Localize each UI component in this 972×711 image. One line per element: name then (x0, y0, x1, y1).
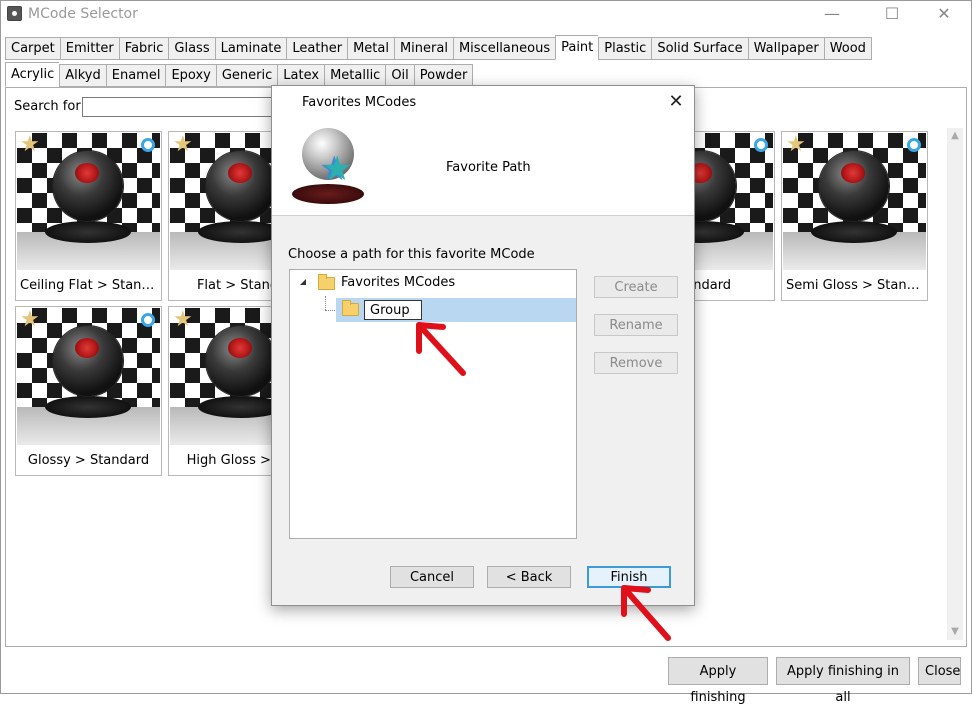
folder-icon (342, 300, 359, 316)
tab-metal[interactable]: Metal (347, 37, 394, 60)
favorites-dialog: Favorites MCodes ✕ ★ Favorite Path Choos… (271, 85, 695, 606)
dialog-close-icon[interactable]: ✕ (664, 92, 688, 114)
info-badge-icon (141, 313, 155, 327)
tab-paint[interactable]: Paint (555, 35, 599, 60)
favorites-tree[interactable]: Favorites MCodes (289, 269, 577, 539)
close-icon[interactable]: ✕ (921, 1, 967, 29)
apply-finishing-button[interactable]: Apply finishing (668, 657, 768, 705)
favorite-star-icon[interactable]: ★ (173, 309, 193, 331)
search-input[interactable] (82, 97, 282, 117)
tab-wood[interactable]: Wood (823, 37, 872, 60)
tab-enamel[interactable]: Enamel (105, 64, 166, 87)
scroll-up-icon[interactable]: ▲ (947, 128, 963, 144)
tab-epoxy[interactable]: Epoxy (165, 64, 216, 87)
info-badge-icon (754, 138, 768, 152)
tab-solid-surface[interactable]: Solid Surface (651, 37, 748, 60)
remove-button[interactable]: Remove (594, 352, 678, 374)
material-label: Ceiling Flat > Standa... (20, 278, 161, 293)
scroll-down-icon[interactable]: ▼ (947, 624, 963, 640)
tab-emitter[interactable]: Emitter (59, 37, 119, 60)
tab-fabric[interactable]: Fabric (118, 37, 169, 60)
tab-metallic[interactable]: Metallic (324, 64, 386, 87)
info-badge-icon (141, 138, 155, 152)
favorite-star-icon[interactable]: ★ (786, 134, 806, 156)
tab-oil[interactable]: Oil (385, 64, 414, 87)
tab-leather[interactable]: Leather (286, 37, 348, 60)
tab-glass[interactable]: Glass (168, 37, 215, 60)
rename-button[interactable]: Rename (594, 314, 678, 336)
dialog-header: Favorites MCodes ✕ ★ Favorite Path (272, 86, 694, 216)
tab-latex[interactable]: Latex (277, 64, 325, 87)
minimize-icon[interactable]: — (809, 1, 855, 29)
path-prompt: Choose a path for this favorite MCode (288, 247, 535, 262)
dialog-subtitle: Favorite Path (446, 160, 531, 175)
tab-miscellaneous[interactable]: Miscellaneous (452, 37, 556, 60)
tab-wallpaper[interactable]: Wallpaper (747, 37, 824, 60)
window-title: MCode Selector (28, 6, 138, 22)
cancel-button[interactable]: Cancel (390, 566, 474, 588)
favorite-star-icon[interactable]: ★ (20, 309, 40, 331)
tab-alkyd[interactable]: Alkyd (59, 64, 106, 87)
material-card[interactable]: ★ Ceiling Flat > Standa... (15, 131, 162, 301)
tab-generic[interactable]: Generic (215, 64, 278, 87)
subcategory-tabs: Acrylic Alkyd Enamel Epoxy Generic Latex… (5, 62, 474, 87)
category-tabs: Carpet Emitter Fabric Glass Laminate Lea… (5, 35, 872, 60)
info-badge-icon (907, 138, 921, 152)
create-button[interactable]: Create (594, 276, 678, 298)
maximize-icon[interactable]: ☐ (869, 1, 915, 29)
material-label: Semi Gloss > Standard (786, 278, 927, 293)
favorite-star-icon[interactable]: ★ (20, 134, 40, 156)
back-button[interactable]: < Back (487, 566, 571, 588)
app-icon (7, 6, 22, 21)
finish-button[interactable]: Finish (587, 566, 671, 588)
favorite-star-icon[interactable]: ★ (173, 134, 193, 156)
title-bar: MCode Selector — ☐ ✕ (1, 1, 971, 29)
favorite-mcode-logo-icon: ★ (292, 128, 364, 208)
tab-mineral[interactable]: Mineral (393, 37, 453, 60)
collapse-icon[interactable] (300, 279, 306, 285)
vertical-scrollbar[interactable]: ▲ ▼ (947, 128, 963, 640)
material-card[interactable]: ★ Glossy > Standard (15, 306, 162, 476)
tab-powder[interactable]: Powder (413, 64, 474, 87)
material-card[interactable]: ★ Semi Gloss > Standard (781, 131, 928, 301)
close-button[interactable]: Close (918, 657, 961, 685)
dialog-title: Favorites MCodes (302, 95, 417, 110)
tab-acrylic[interactable]: Acrylic (5, 62, 60, 87)
tab-plastic[interactable]: Plastic (598, 37, 652, 60)
tab-laminate[interactable]: Laminate (214, 37, 287, 60)
apply-finishing-all-button[interactable]: Apply finishing in all (776, 657, 910, 705)
search-label: Search for: (14, 99, 85, 114)
node-name-input[interactable] (364, 300, 422, 320)
tab-carpet[interactable]: Carpet (5, 37, 60, 60)
tree-node-root[interactable]: Favorites MCodes (341, 271, 455, 295)
material-label: Glossy > Standard (27, 453, 150, 468)
folder-icon (318, 274, 335, 290)
